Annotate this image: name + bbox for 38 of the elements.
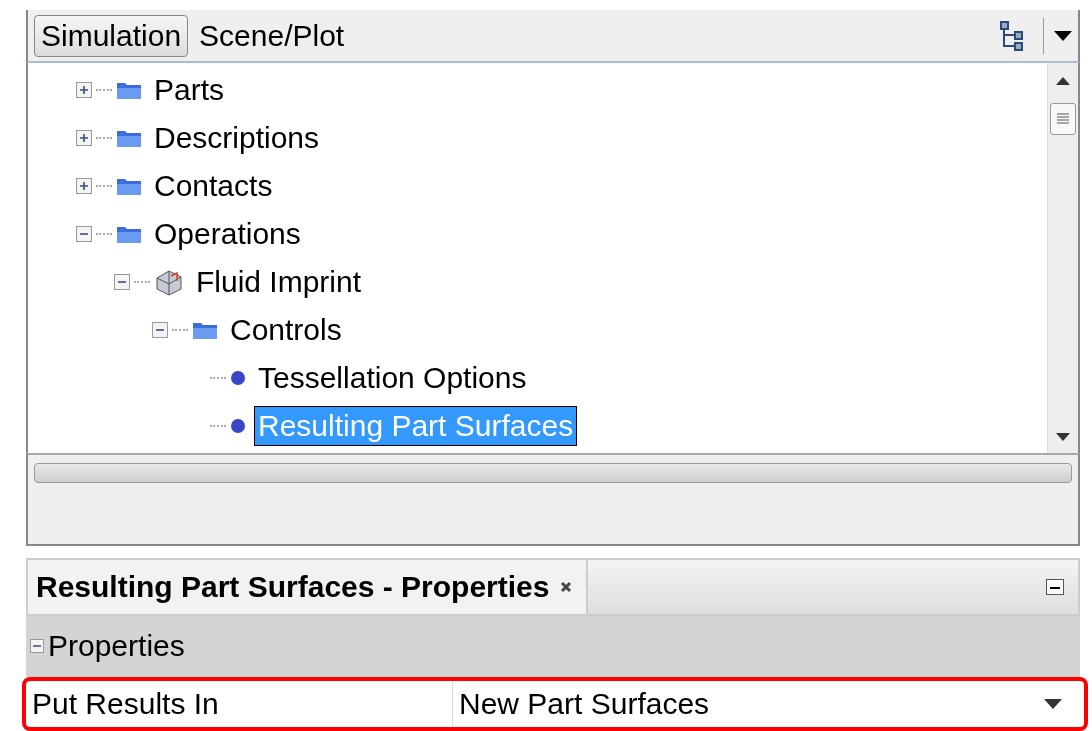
property-row[interactable]: Put Results In New Part Surfaces	[22, 676, 1088, 731]
expand-icon[interactable]	[76, 82, 92, 99]
minimize-icon[interactable]	[1046, 579, 1064, 595]
collapse-icon[interactable]	[30, 639, 44, 654]
scroll-up-icon[interactable]	[1056, 77, 1070, 86]
collapse-icon[interactable]	[76, 226, 92, 243]
property-value[interactable]: New Part Surfaces	[453, 686, 1044, 721]
folder-icon	[116, 128, 142, 149]
dot-icon	[230, 370, 246, 387]
scroll-down-icon[interactable]	[1056, 433, 1070, 442]
panel-title: Resulting Part Surfaces - Properties	[36, 570, 550, 604]
collapse-icon[interactable]	[114, 274, 130, 291]
tree-item[interactable]: Tessellation Options	[254, 358, 531, 399]
tree-view-icon[interactable]	[999, 19, 1025, 52]
block-icon	[154, 268, 184, 297]
property-name: Put Results In	[26, 681, 453, 726]
expand-icon[interactable]	[76, 130, 92, 147]
folder-icon	[116, 224, 142, 245]
folder-icon	[116, 176, 142, 197]
tree-item[interactable]: Descriptions	[150, 118, 324, 159]
dropdown-caret-icon[interactable]	[1054, 30, 1072, 41]
dot-icon	[230, 418, 246, 435]
tree-item[interactable]: Parts	[150, 70, 229, 111]
dropdown-caret-icon[interactable]	[1044, 698, 1062, 709]
collapse-icon[interactable]	[152, 322, 168, 339]
horizontal-scrollbar[interactable]	[34, 463, 1072, 484]
close-icon[interactable]	[559, 581, 572, 593]
tab[interactable]: Simulation	[34, 14, 189, 57]
folder-icon	[192, 320, 218, 341]
section-title: Properties	[48, 629, 185, 664]
tree-item[interactable]: Fluid Imprint	[192, 262, 366, 303]
tree-item[interactable]: Operations	[150, 214, 305, 255]
folder-icon	[116, 80, 142, 101]
tree-item[interactable]: Controls	[226, 310, 346, 351]
scrollbar-thumb[interactable]	[1050, 103, 1076, 136]
expand-icon[interactable]	[76, 178, 92, 195]
tab[interactable]: Scene/Plot	[192, 14, 352, 57]
tree-item[interactable]: Contacts	[150, 166, 277, 207]
